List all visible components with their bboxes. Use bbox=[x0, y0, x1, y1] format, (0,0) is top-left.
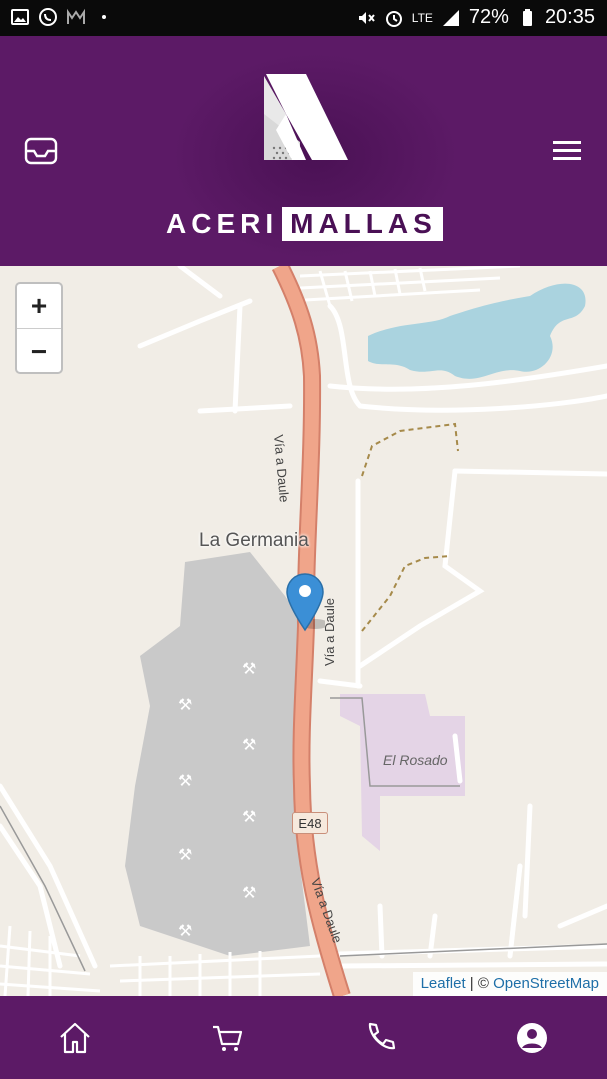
el-rosado-area bbox=[340, 694, 465, 851]
lake bbox=[368, 283, 586, 379]
alarm-icon bbox=[385, 10, 402, 27]
zoom-in-button[interactable]: + bbox=[17, 284, 61, 329]
logo-wordmark: ACERI MALLAS bbox=[166, 207, 443, 241]
logo-text-mallas: MALLAS bbox=[282, 207, 443, 241]
signal-icon bbox=[442, 9, 459, 26]
logo-text-aceri: ACERI bbox=[166, 208, 279, 239]
svg-text:⚒: ⚒ bbox=[242, 735, 256, 754]
location-marker-icon[interactable] bbox=[285, 572, 325, 632]
attribution-separator: | © bbox=[465, 975, 494, 992]
mute-icon bbox=[358, 11, 375, 24]
inbox-icon[interactable] bbox=[24, 136, 58, 166]
acerimallas-logo: ACERI MALLAS bbox=[166, 74, 443, 244]
quarry-area bbox=[125, 552, 310, 956]
battery-icon bbox=[522, 8, 532, 26]
status-bar: LTE 72% 20:35 bbox=[0, 0, 607, 36]
network-type: LTE bbox=[411, 10, 433, 25]
svg-text:⚒: ⚒ bbox=[242, 659, 256, 678]
svg-text:⚒: ⚒ bbox=[178, 771, 192, 790]
dirt-track-1 bbox=[361, 422, 459, 477]
svg-text:⚒: ⚒ bbox=[178, 695, 192, 714]
image-icon bbox=[11, 9, 29, 25]
bottom-nav bbox=[0, 996, 607, 1079]
openstreetmap-link[interactable]: OpenStreetMap bbox=[493, 975, 599, 992]
map-attribution: Leaflet | © OpenStreetMap bbox=[412, 972, 607, 996]
home-icon[interactable] bbox=[57, 1020, 93, 1056]
logo-mark-icon bbox=[264, 74, 348, 160]
svg-text:⚒: ⚒ bbox=[178, 921, 192, 940]
place-label-la-germania: La Germania bbox=[199, 530, 309, 551]
poi-label-el-rosado: El Rosado bbox=[383, 752, 448, 768]
dirt-track-2 bbox=[361, 555, 451, 632]
map-view[interactable]: ⚒ ⚒ ⚒ ⚒ ⚒ ⚒ ⚒ ⚒ Vía a Daule Vía a Daule Vía a… bbox=[0, 266, 607, 996]
zoom-out-button[interactable]: − bbox=[17, 329, 61, 372]
zoom-control: + − bbox=[15, 282, 63, 374]
hamburger-menu-icon[interactable] bbox=[551, 136, 583, 166]
road-shield-e48: E48 bbox=[292, 812, 328, 834]
battery-percent: 72% bbox=[468, 6, 509, 28]
clock: 20:35 bbox=[544, 6, 595, 28]
leaflet-link[interactable]: Leaflet bbox=[421, 975, 466, 992]
cart-icon[interactable] bbox=[210, 1020, 246, 1056]
whatsapp-icon bbox=[39, 8, 57, 26]
svg-text:⚒: ⚒ bbox=[242, 807, 256, 826]
app-header: ACERI MALLAS bbox=[0, 36, 607, 266]
dot-icon bbox=[102, 15, 106, 19]
phone-icon[interactable] bbox=[362, 1020, 398, 1056]
svg-text:⚒: ⚒ bbox=[178, 845, 192, 864]
account-icon[interactable] bbox=[514, 1020, 550, 1056]
svg-text:⚒: ⚒ bbox=[242, 883, 256, 902]
app-icon bbox=[67, 8, 85, 24]
